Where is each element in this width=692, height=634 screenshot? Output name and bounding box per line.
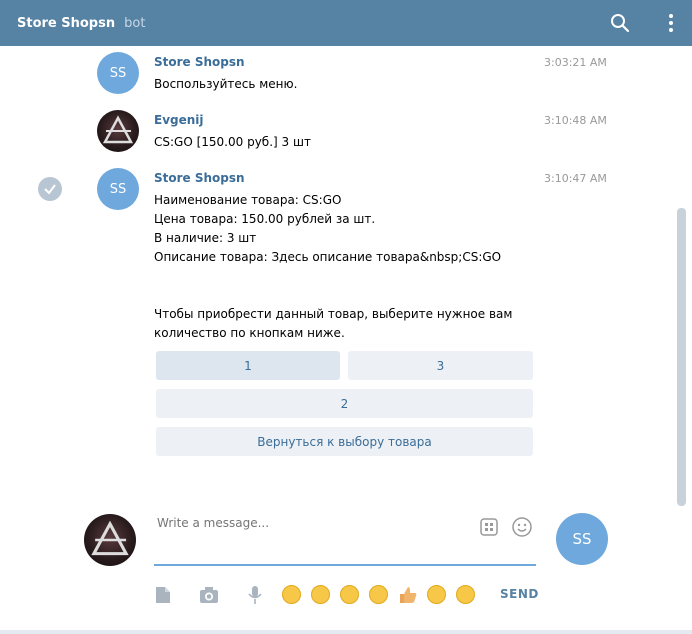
keyboard-button-3[interactable]: 3 <box>348 351 533 380</box>
more-menu-icon[interactable] <box>660 12 682 34</box>
emoji-thumbs-up-icon[interactable] <box>398 585 418 605</box>
message-time: 3:10:48 AM <box>544 114 607 127</box>
microphone-icon[interactable] <box>245 585 265 605</box>
emoji-laugh-icon[interactable] <box>311 585 330 604</box>
attach-file-icon[interactable] <box>153 585 173 605</box>
avatar[interactable]: SS <box>97 52 139 94</box>
avatar[interactable] <box>97 110 139 152</box>
selected-check-icon[interactable] <box>38 177 62 201</box>
message-time: 3:03:21 AM <box>544 56 607 69</box>
message-time: 3:10:47 AM <box>544 172 607 185</box>
emoji-picker-icon[interactable] <box>511 516 533 538</box>
chat-title[interactable]: Store Shopsn <box>17 16 115 31</box>
emoji-confused-icon[interactable] <box>369 585 388 604</box>
avatar-logo-icon <box>91 520 129 556</box>
avatar[interactable]: SS <box>97 168 139 210</box>
camera-icon[interactable] <box>199 585 219 605</box>
avatar-logo-icon <box>102 115 134 144</box>
emoji-smile-icon[interactable] <box>427 585 446 604</box>
message-author[interactable]: Evgenij <box>154 113 204 127</box>
message-author[interactable]: Store Shopsn <box>154 55 245 69</box>
message-line: В наличие: 3 шт <box>154 231 257 245</box>
message-text: CS:GO [150.00 руб.] 3 шт <box>154 135 311 149</box>
scrollbar[interactable] <box>677 208 686 506</box>
message-text: Воспользуйтесь меню. <box>154 77 298 91</box>
emoji-crying-laugh-icon[interactable] <box>456 585 475 604</box>
search-icon[interactable] <box>609 12 631 34</box>
send-button[interactable]: SEND <box>500 587 539 601</box>
message-author[interactable]: Store Shopsn <box>154 171 245 185</box>
bottom-border <box>0 630 692 634</box>
my-avatar[interactable] <box>84 514 136 566</box>
emoji-neutral-icon[interactable] <box>340 585 359 604</box>
message-input[interactable] <box>157 516 457 530</box>
back-to-products-button[interactable]: Вернуться к выбору товара <box>156 427 533 456</box>
chat-subtitle: bot <box>124 15 146 31</box>
bot-keyboard-icon[interactable] <box>479 517 499 537</box>
message-line: Чтобы приобрести данный товар, выберите … <box>154 307 513 321</box>
send-as-avatar[interactable]: SS <box>556 513 608 565</box>
message-line: Описание товара: Здесь описание товара&n… <box>154 250 502 264</box>
message-line: Наименование товара: CS:GO <box>154 193 342 207</box>
chat-header: Store Shopsn bot <box>0 0 692 46</box>
keyboard-button-1[interactable]: 1 <box>156 351 340 380</box>
message-line: количество по кнопкам ниже. <box>154 326 345 340</box>
emoji-grin-icon[interactable] <box>282 585 301 604</box>
message-line: Цена товара: 150.00 рублей за шт. <box>154 212 376 226</box>
keyboard-button-2[interactable]: 2 <box>156 389 533 418</box>
